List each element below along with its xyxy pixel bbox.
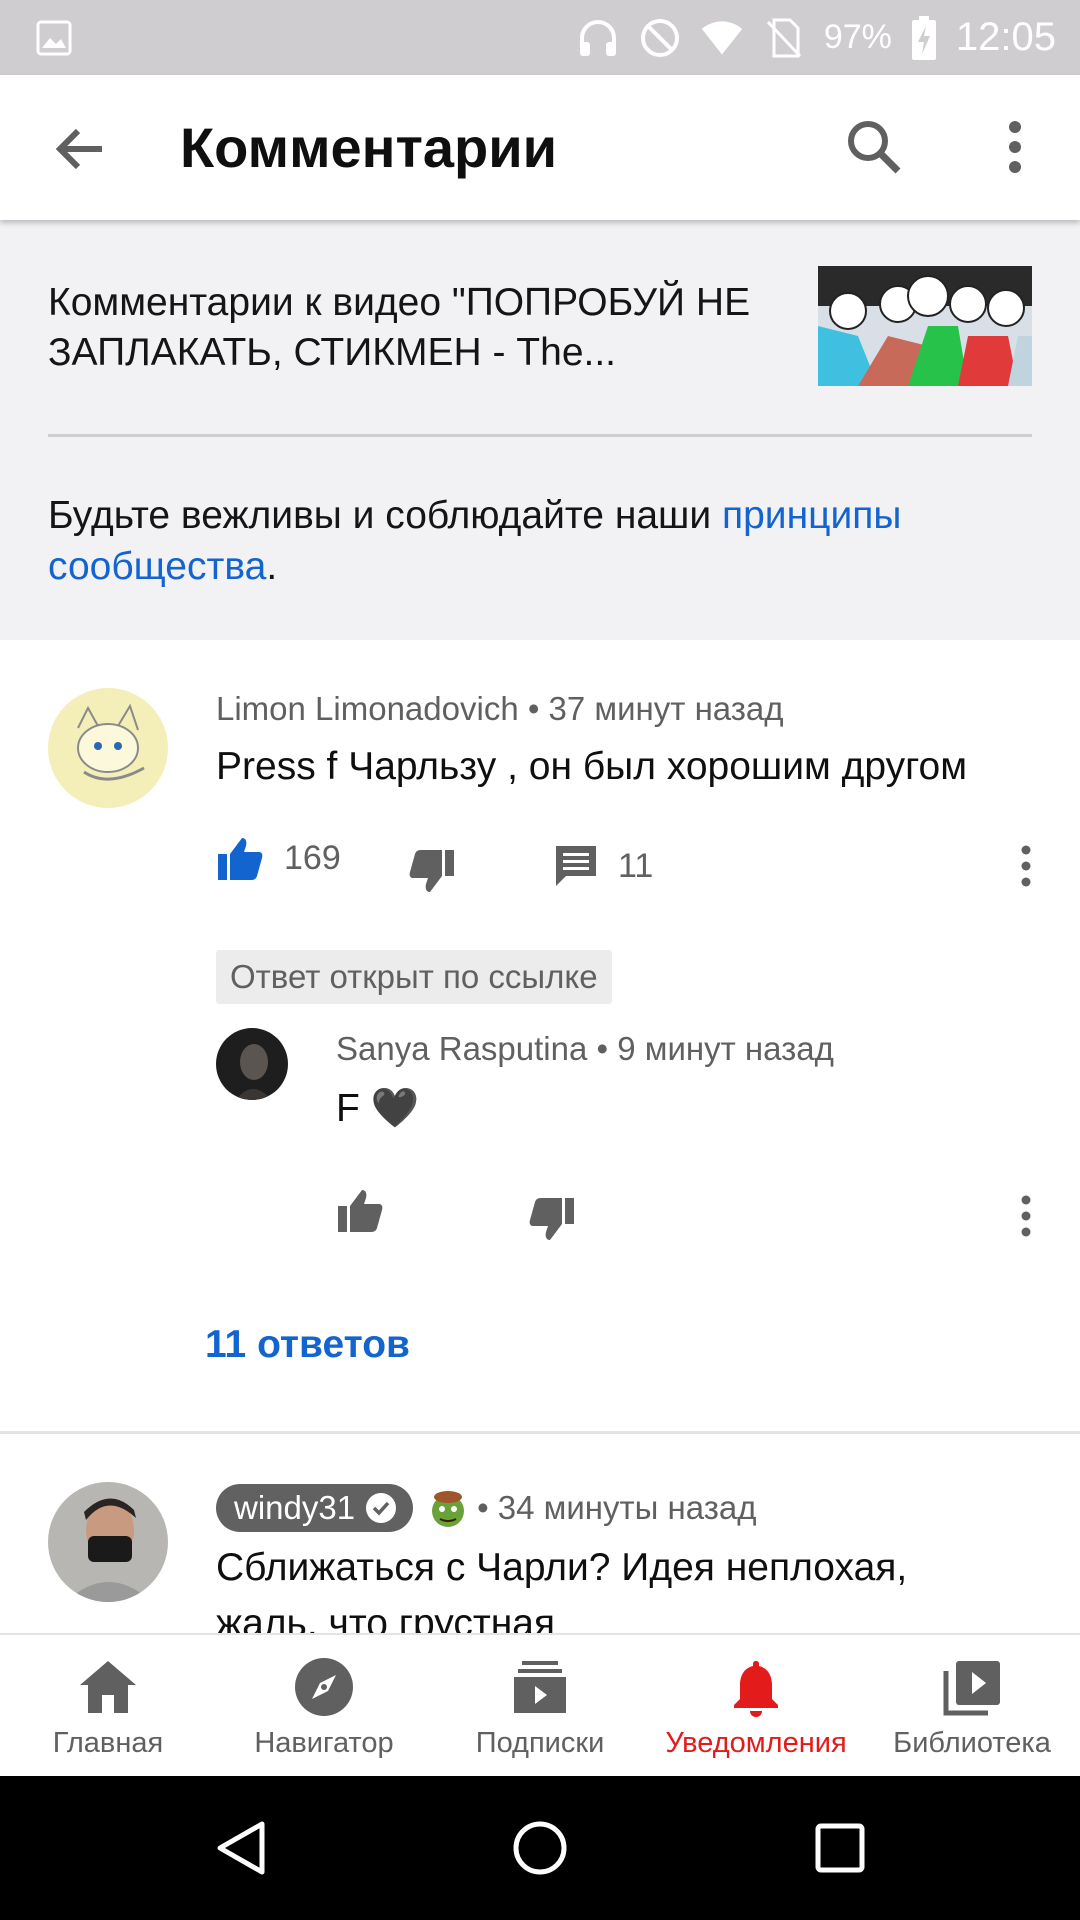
thumb-up-icon bbox=[218, 838, 263, 880]
comment-icon bbox=[556, 846, 596, 886]
battery-charging-icon bbox=[910, 15, 938, 60]
like-button[interactable]: 169 bbox=[216, 834, 341, 882]
clock: 12:05 bbox=[955, 15, 1056, 59]
avatar[interactable] bbox=[48, 1482, 168, 1602]
page-title: Комментарии bbox=[180, 116, 558, 179]
back-arrow-icon[interactable] bbox=[48, 117, 112, 181]
battery-percent: 97% bbox=[823, 18, 892, 56]
no-sim-icon bbox=[762, 16, 806, 60]
reply-author[interactable]: Sanya Rasputina bbox=[336, 1030, 587, 1067]
comment-text-line2: жаль, что грустная bbox=[216, 1602, 556, 1633]
linked-reply-chip: Ответ открыт по ссылке bbox=[216, 950, 612, 1004]
comment-author: windy31 bbox=[234, 1489, 356, 1526]
comment-meta: Limon Limonadovich • 37 минут назад bbox=[216, 690, 784, 728]
divider bbox=[0, 1431, 1080, 1434]
video-thumbnail[interactable] bbox=[818, 266, 1032, 386]
comment-text: Сближаться с Чарли? Идея неплохая, bbox=[216, 1546, 908, 1589]
search-icon[interactable] bbox=[842, 115, 906, 179]
comment-time: • 34 минуты назад bbox=[477, 1489, 757, 1526]
nav-library[interactable]: Библиотека bbox=[864, 1635, 1080, 1776]
home-icon bbox=[80, 1661, 136, 1713]
reply-dislike-button[interactable] bbox=[528, 1196, 576, 1244]
view-replies-link[interactable]: 11 ответов bbox=[205, 1323, 410, 1367]
member-emoji-icon bbox=[425, 1485, 471, 1531]
dislike-button[interactable] bbox=[408, 848, 456, 896]
avatar[interactable] bbox=[216, 1028, 288, 1100]
verified-check-icon bbox=[366, 1493, 397, 1523]
nav-notifications[interactable]: Уведомления bbox=[648, 1635, 864, 1776]
reply-text: F 🖤 bbox=[336, 1087, 420, 1130]
reply-time: • 9 минут назад bbox=[587, 1030, 834, 1067]
library-icon bbox=[943, 1661, 1000, 1716]
channel-owner-badge[interactable]: windy31 bbox=[216, 1484, 414, 1532]
do-not-disturb-icon bbox=[638, 16, 682, 60]
comment-time: • 37 минут назад bbox=[518, 690, 784, 727]
comment-meta: windy31 • 34 минуты назад bbox=[216, 1484, 756, 1532]
reply-meta: Sanya Rasputina • 9 минут назад bbox=[336, 1030, 834, 1068]
video-title[interactable]: Комментарии к видео "ПОПРОБУЙ НЕ ЗАПЛАКА… bbox=[48, 278, 768, 378]
recents-square-icon[interactable] bbox=[810, 1818, 870, 1878]
like-count: 169 bbox=[284, 838, 341, 877]
thumb-down-icon bbox=[529, 1198, 574, 1240]
home-circle-icon[interactable] bbox=[510, 1818, 570, 1878]
comment-text-clip: жаль, что грустная bbox=[216, 1602, 1016, 1633]
bell-icon bbox=[734, 1661, 778, 1717]
back-triangle-icon[interactable] bbox=[212, 1818, 272, 1878]
thumb-down-icon bbox=[409, 850, 454, 892]
nav-subscriptions[interactable]: Подписки bbox=[432, 1635, 648, 1776]
reply-button[interactable]: 11 bbox=[554, 844, 653, 888]
status-bar: 97% 12:05 bbox=[0, 0, 1080, 75]
reply-count: 11 bbox=[618, 846, 654, 885]
divider bbox=[48, 434, 1032, 437]
nav-home[interactable]: Главная bbox=[0, 1635, 216, 1776]
reply-menu-icon[interactable] bbox=[1016, 1194, 1036, 1238]
comment-menu-icon[interactable] bbox=[1016, 844, 1036, 888]
more-vert-icon[interactable] bbox=[990, 115, 1040, 179]
video-header: Комментарии к видео "ПОПРОБУЙ НЕ ЗАПЛАКА… bbox=[0, 220, 1080, 640]
nav-explore[interactable]: Навигатор bbox=[216, 1635, 432, 1776]
comment-author[interactable]: Limon Limonadovich bbox=[216, 690, 519, 727]
app-bar: Комментарии bbox=[0, 75, 1080, 220]
system-navigation-bar bbox=[0, 1776, 1080, 1920]
wifi-icon bbox=[700, 16, 744, 60]
bottom-navigation: Главная Навигатор Подписки Уведомления Б… bbox=[0, 1633, 1080, 1776]
gallery-notification-icon bbox=[36, 20, 72, 61]
comment-text: Press f Чарльзу , он был хорошим другом bbox=[216, 745, 968, 788]
community-guidelines-notice: Будьте вежливы и соблюдайте наши принцип… bbox=[48, 494, 902, 588]
reply-like-button[interactable] bbox=[336, 1186, 384, 1234]
compass-icon bbox=[295, 1658, 353, 1716]
avatar[interactable] bbox=[48, 688, 168, 808]
subscriptions-icon bbox=[514, 1661, 566, 1713]
thumb-up-icon bbox=[338, 1190, 383, 1232]
headset-icon bbox=[576, 16, 620, 60]
